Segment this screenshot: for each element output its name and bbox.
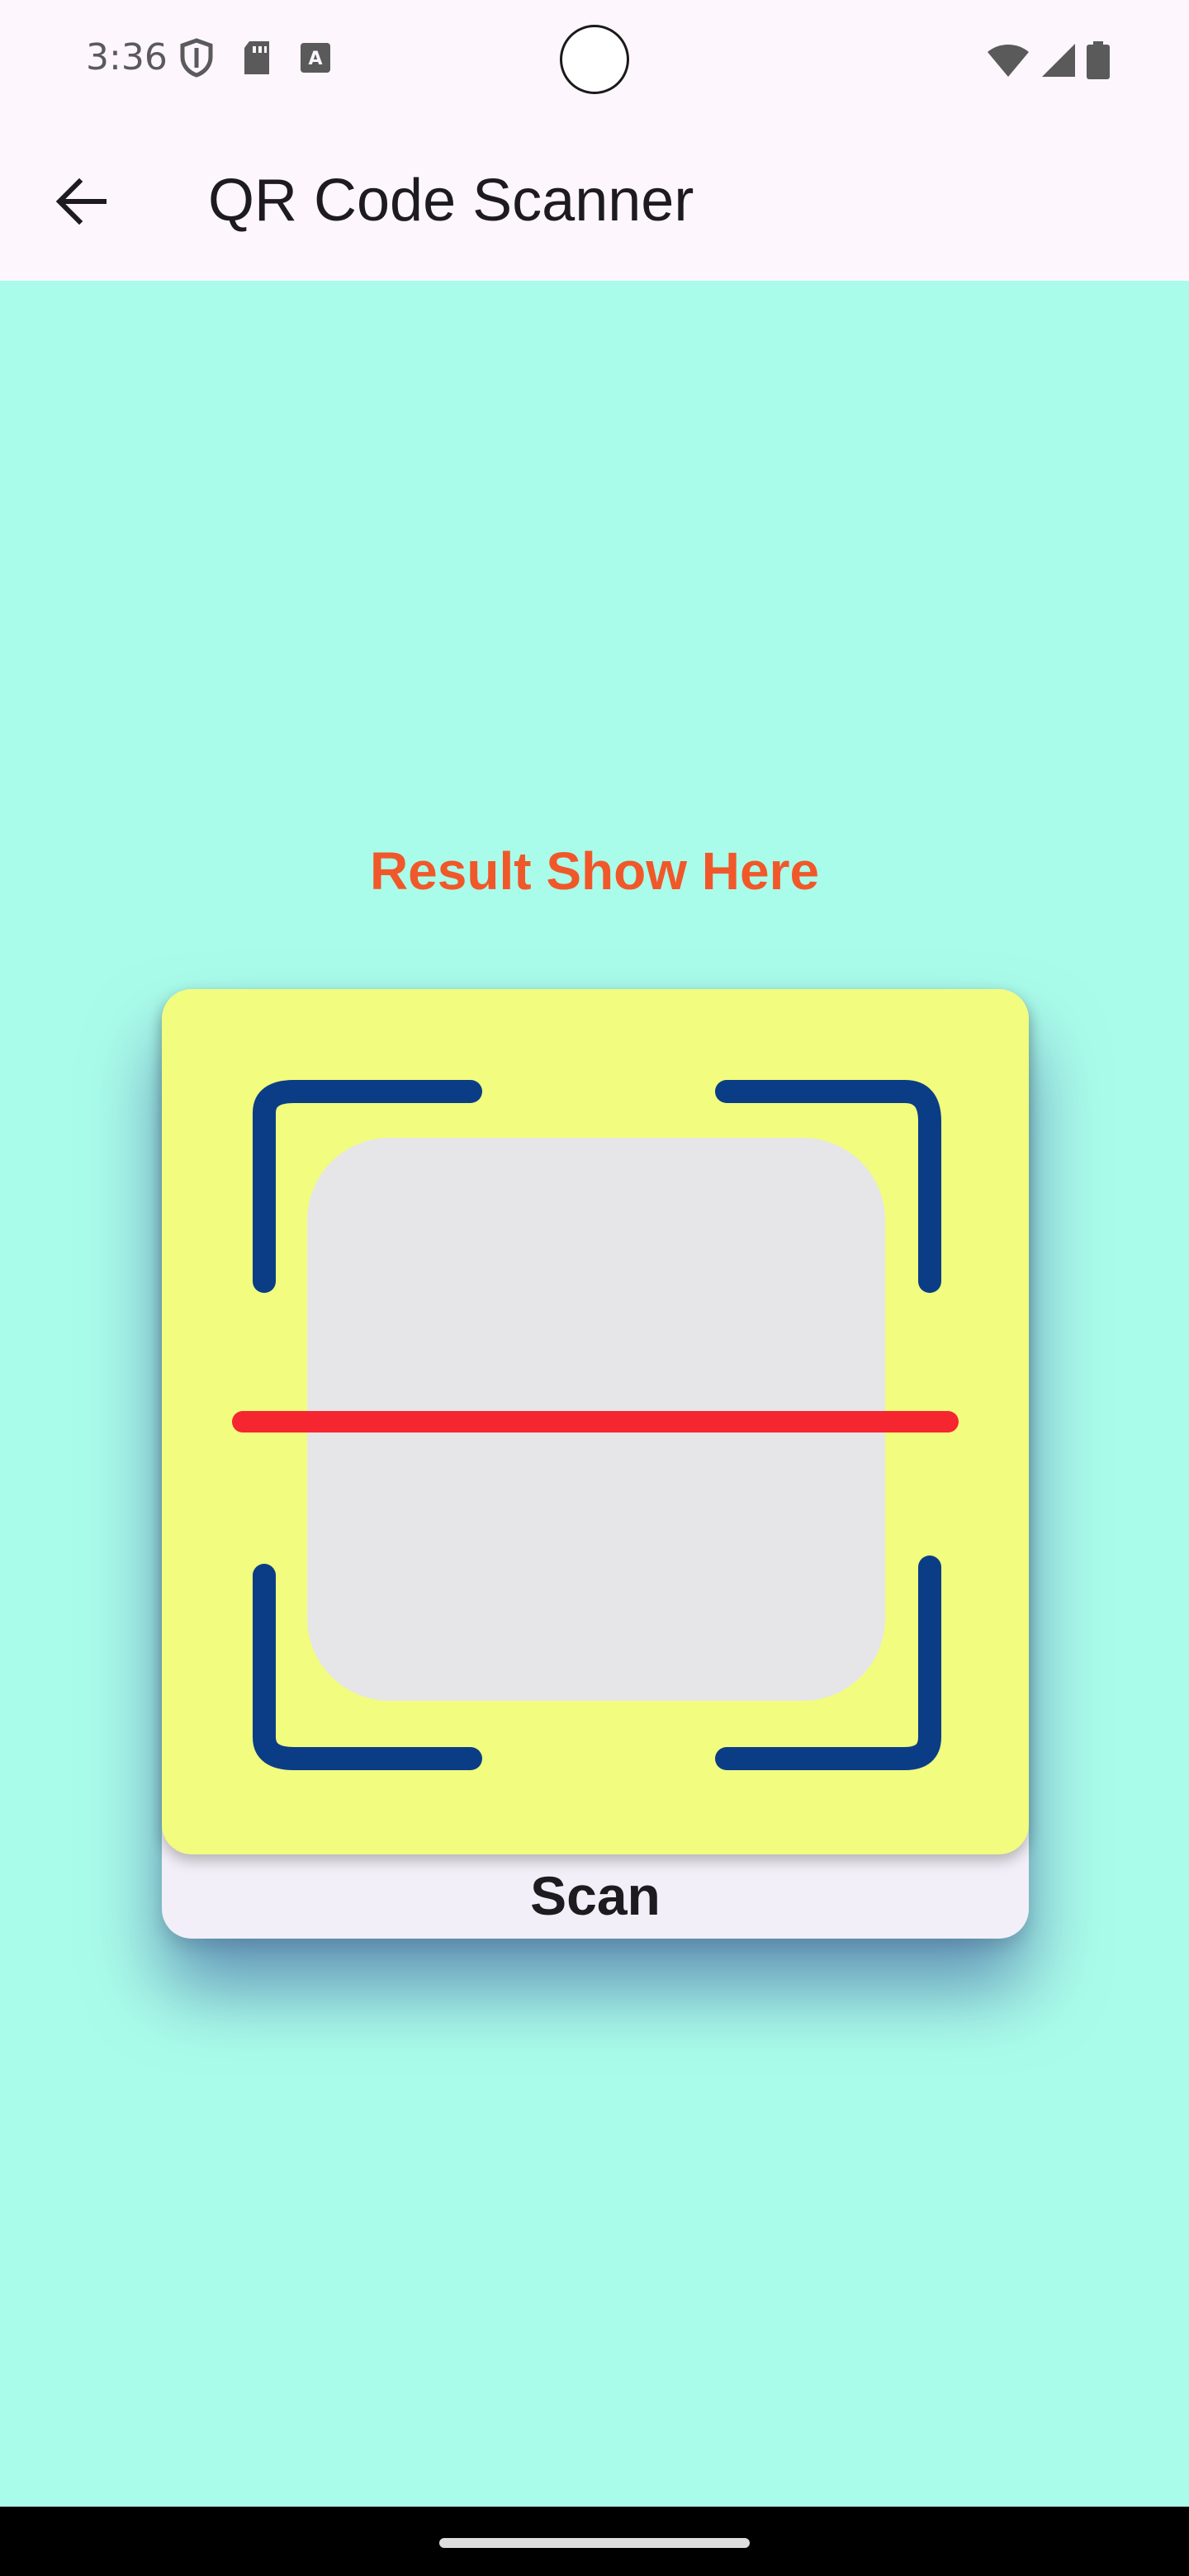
arrow-back-icon (54, 178, 107, 229)
signal-icon (1040, 42, 1077, 83)
svg-text:A: A (308, 49, 322, 69)
status-time: 3:36 (86, 36, 168, 78)
wifi-icon (986, 44, 1030, 81)
page-title: QR Code Scanner (208, 168, 694, 234)
back-button[interactable] (40, 162, 122, 244)
status-icons-right (986, 41, 1110, 83)
status-icons-left: A (178, 38, 332, 82)
qr-scan-frame-icon[interactable] (162, 989, 1029, 1854)
navigation-bar (0, 2507, 1189, 2576)
home-handle[interactable] (439, 2538, 750, 2548)
status-bar: 3:36 A (0, 0, 1189, 124)
shield-icon (178, 38, 215, 82)
scan-button[interactable]: Scan (162, 989, 1029, 1939)
sd-card-icon (241, 40, 272, 80)
app-bar: QR Code Scanner (0, 124, 1189, 281)
result-text: Result Show Here (369, 841, 820, 901)
camera-cutout (560, 25, 629, 94)
battery-icon (1087, 41, 1110, 83)
keyboard-a-icon: A (299, 41, 332, 78)
scan-button-label: Scan (530, 1865, 661, 1926)
